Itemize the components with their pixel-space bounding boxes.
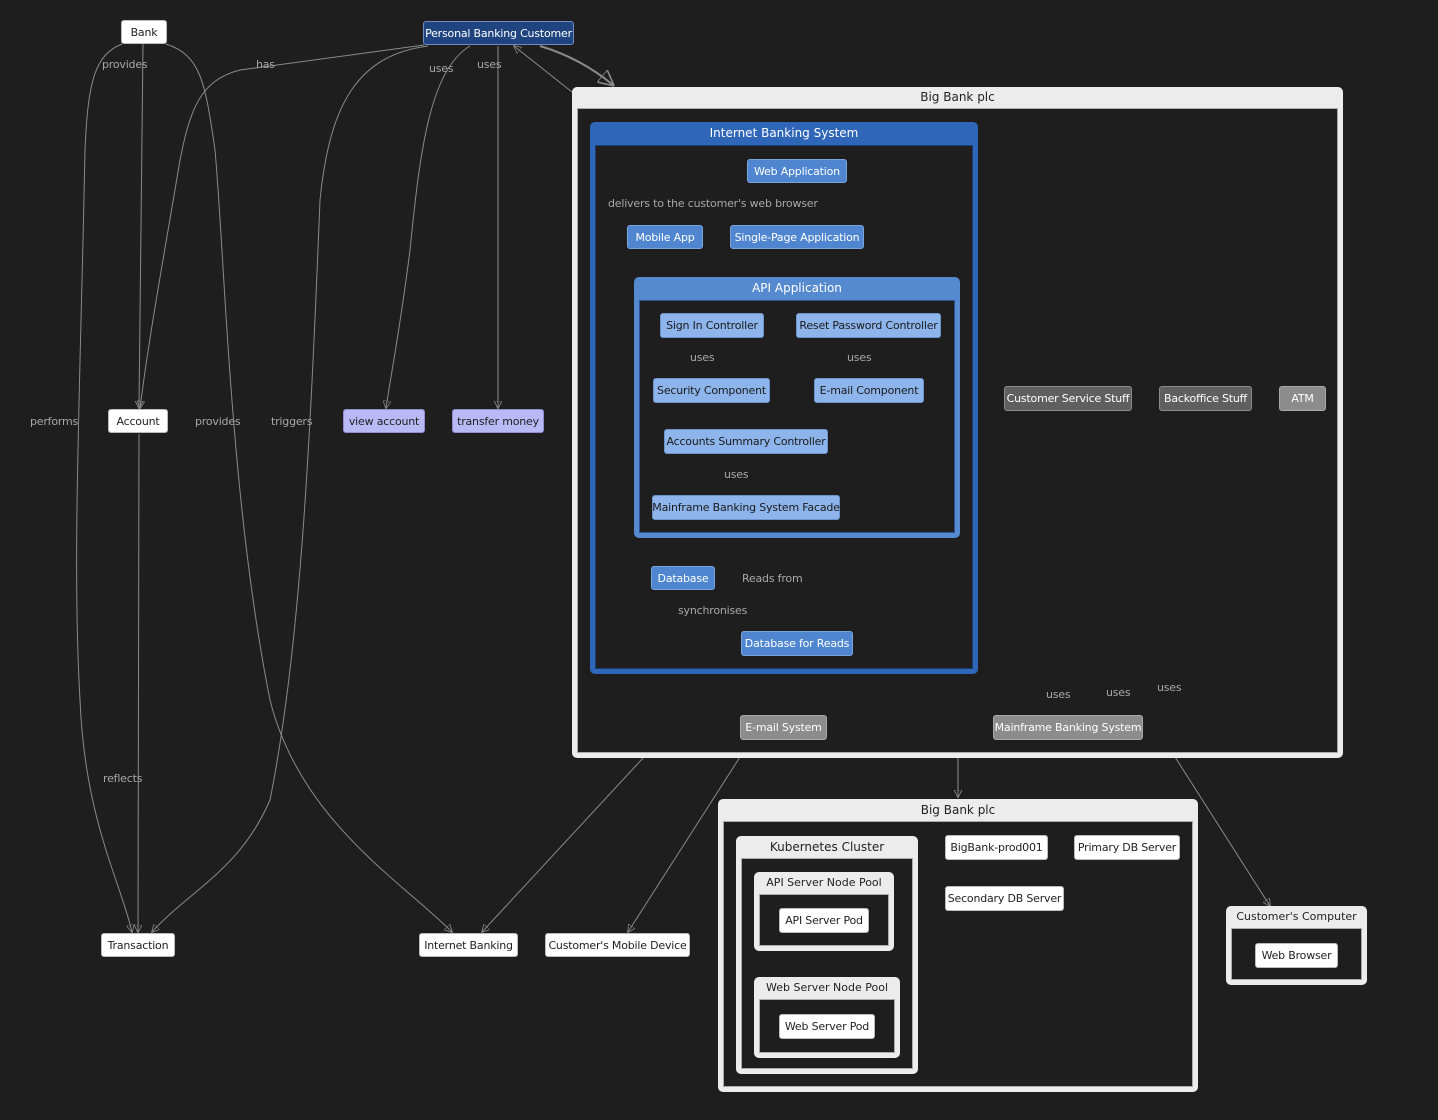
group-title: API Application: [752, 281, 842, 295]
node-internet-banking[interactable]: Internet Banking: [419, 933, 518, 957]
edge-label-reads-from: Reads from: [742, 572, 803, 585]
node-api-server-pod[interactable]: API Server Pod: [779, 908, 869, 933]
node-bank[interactable]: Bank: [121, 20, 167, 44]
node-view-account[interactable]: view account: [343, 409, 425, 433]
group-title: Big Bank plc: [920, 803, 996, 817]
node-accounts-summary-controller[interactable]: Accounts Summary Controller: [664, 429, 828, 454]
edge-bigbank-ib: [482, 756, 645, 932]
node-transaction[interactable]: Transaction: [101, 933, 175, 957]
node-primary-db-server[interactable]: Primary DB Server: [1074, 835, 1180, 860]
edge-customer-has-account: [140, 44, 425, 408]
edge-label-ibs-uses: uses: [1046, 688, 1071, 701]
edge-label-performs: performs: [30, 415, 79, 428]
node-transfer-money[interactable]: transfer money: [452, 409, 544, 433]
group-title: API Server Node Pool: [766, 876, 882, 889]
group-title: Big Bank plc: [920, 90, 995, 104]
edge-label-reset-uses: uses: [847, 351, 872, 364]
node-email-system[interactable]: E-mail System: [740, 715, 827, 740]
edge-bank-performs-transaction: [76, 43, 132, 932]
edge-label-provides-ib: provides: [195, 415, 241, 428]
edge-label-signin-uses: uses: [690, 351, 715, 364]
node-single-page-application[interactable]: Single-Page Application: [730, 225, 864, 249]
node-sign-in-controller[interactable]: Sign In Controller: [660, 313, 764, 338]
node-database[interactable]: Database: [651, 566, 715, 590]
node-mainframe-banking-system-facade[interactable]: Mainframe Banking System Facade: [652, 495, 840, 520]
edge-customer-triggers-transaction: [152, 45, 429, 932]
edge-label-synchronises: synchronises: [678, 604, 748, 617]
edge-label-atm-uses: uses: [1157, 681, 1182, 694]
node-database-for-reads[interactable]: Database for Reads: [741, 631, 853, 656]
node-secondary-db-server[interactable]: Secondary DB Server: [945, 886, 1064, 911]
node-mainframe-banking-system[interactable]: Mainframe Banking System: [993, 715, 1143, 740]
edge-label-bo-uses: uses: [1106, 686, 1131, 699]
node-email-component[interactable]: E-mail Component: [814, 378, 924, 403]
edge-customer-view-account: [386, 45, 471, 408]
edge-label-summary-uses: uses: [724, 468, 749, 481]
edge-bank-account: [139, 43, 144, 408]
node-web-server-pod[interactable]: Web Server Pod: [779, 1014, 875, 1039]
node-mobile-app[interactable]: Mobile App: [627, 225, 703, 249]
node-bigbank-prod001[interactable]: BigBank-prod001: [945, 835, 1048, 860]
edge-label-reflects: reflects: [103, 772, 143, 785]
node-customer-service-stuff[interactable]: Customer Service Stuff: [1004, 386, 1132, 411]
edge-bank-provides-ib: [165, 43, 452, 932]
group-title: Internet Banking System: [709, 126, 859, 140]
node-personal-banking-customer[interactable]: Personal Banking Customer: [423, 21, 574, 45]
edge-label-triggers: triggers: [271, 415, 313, 428]
edge-account-reflects-transaction: [138, 433, 139, 932]
node-atm[interactable]: ATM: [1279, 386, 1326, 411]
edge-label-uses-view: uses: [429, 62, 454, 75]
edge-label-provides: provides: [102, 58, 148, 71]
edge-label-uses-transfer: uses: [477, 58, 502, 71]
node-backoffice-stuff[interactable]: Backoffice Stuff: [1159, 386, 1252, 411]
edge-label-has: has: [256, 58, 275, 71]
group-title: Kubernetes Cluster: [769, 840, 885, 854]
edge-label-delivers: delivers to the customer's web browser: [608, 197, 818, 210]
node-customers-mobile-device[interactable]: Customer's Mobile Device: [545, 933, 690, 957]
node-web-application[interactable]: Web Application: [747, 159, 847, 183]
edge-customer-bigbank: [539, 45, 613, 85]
node-reset-password-controller[interactable]: Reset Password Controller: [796, 313, 941, 338]
node-account[interactable]: Account: [108, 409, 168, 433]
edge-bigbank-customer: [514, 46, 573, 93]
group-title: Customer's Computer: [1236, 910, 1357, 923]
node-web-browser[interactable]: Web Browser: [1255, 943, 1338, 968]
group-title: Web Server Node Pool: [765, 981, 888, 994]
node-security-component[interactable]: Security Component: [653, 378, 770, 403]
